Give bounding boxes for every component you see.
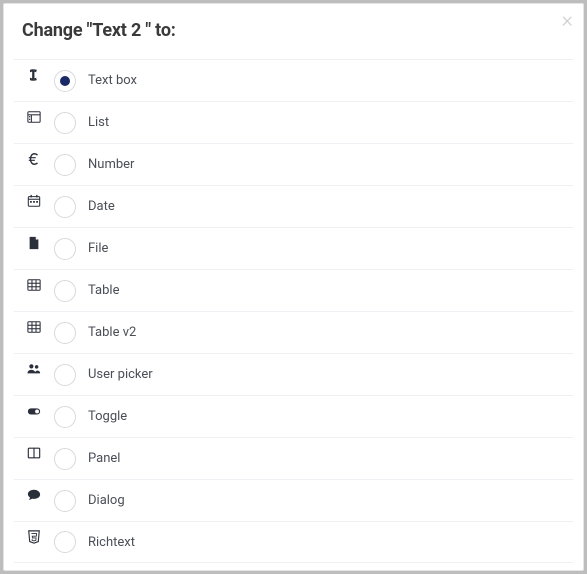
table-icon <box>14 270 54 292</box>
users-icon <box>14 354 54 376</box>
option-label: User picker <box>88 367 153 382</box>
radio-button[interactable] <box>54 196 76 218</box>
option-label: Date <box>88 199 115 214</box>
toggle-icon <box>14 396 54 418</box>
panel-icon <box>14 438 54 460</box>
option-row[interactable]: Date <box>14 185 573 227</box>
option-label: Richtext <box>88 535 135 550</box>
option-label: Dialog <box>88 493 125 508</box>
euro-icon <box>14 144 54 166</box>
option-label: File <box>88 241 108 256</box>
radio-button[interactable] <box>54 364 76 386</box>
option-row[interactable]: Table v2 <box>14 311 573 353</box>
option-label: Panel <box>88 451 120 466</box>
table-icon <box>14 312 54 334</box>
radio-button[interactable] <box>54 280 76 302</box>
option-row[interactable]: User picker <box>14 353 573 395</box>
options-list: Text box List Number Date File Table Table v2 U… <box>4 59 583 563</box>
option-label: Text box <box>88 73 137 88</box>
radio-button[interactable] <box>54 154 76 176</box>
option-row[interactable]: Text box <box>14 59 573 101</box>
option-row[interactable]: File <box>14 227 573 269</box>
radio-button[interactable] <box>54 448 76 470</box>
radio-button[interactable] <box>54 531 76 553</box>
html-icon <box>14 522 54 544</box>
list-icon <box>14 102 54 124</box>
option-row[interactable]: Table <box>14 269 573 311</box>
option-label: Number <box>88 157 134 172</box>
option-row[interactable]: Richtext <box>14 521 573 563</box>
radio-button[interactable] <box>54 322 76 344</box>
radio-button[interactable] <box>54 238 76 260</box>
option-label: List <box>88 115 109 130</box>
calendar-icon <box>14 186 54 208</box>
option-row[interactable]: Number <box>14 143 573 185</box>
radio-button[interactable] <box>54 112 76 134</box>
file-icon <box>14 228 54 250</box>
option-row[interactable]: List <box>14 101 573 143</box>
option-label: Toggle <box>88 409 127 424</box>
comment-icon <box>14 480 54 502</box>
dialog-header: Change "Text 2 " to: <box>4 4 583 59</box>
radio-button[interactable] <box>54 490 76 512</box>
option-row[interactable]: Toggle <box>14 395 573 437</box>
option-label: Table <box>88 283 119 298</box>
change-type-dialog: × Change "Text 2 " to: Text box List Numbe… <box>3 3 584 571</box>
radio-button[interactable] <box>54 70 76 92</box>
option-row[interactable]: Dialog <box>14 479 573 521</box>
close-icon[interactable]: × <box>561 10 573 32</box>
dialog-title: Change "Text 2 " to: <box>22 20 565 41</box>
option-row[interactable]: Panel <box>14 437 573 479</box>
radio-button[interactable] <box>54 406 76 428</box>
text-cursor-icon <box>14 60 54 82</box>
option-label: Table v2 <box>88 325 136 340</box>
